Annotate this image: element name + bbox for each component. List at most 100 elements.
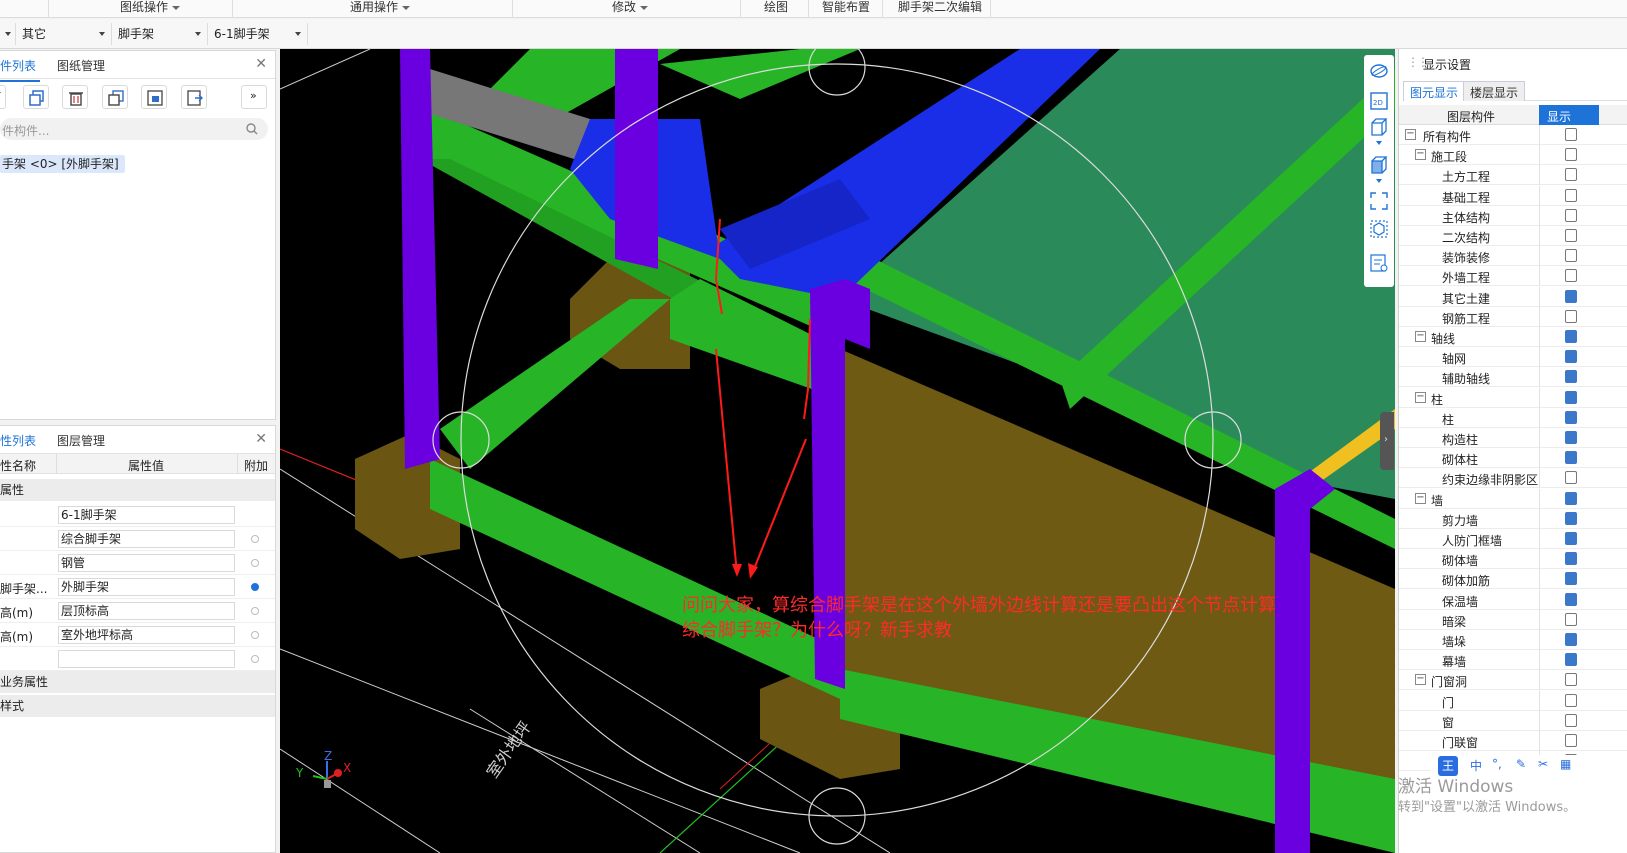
expander-icon[interactable]: − — [1415, 674, 1426, 686]
solid-view-icon[interactable] — [1369, 155, 1389, 175]
right-collapse-handle[interactable]: › — [1380, 412, 1394, 470]
layer-tree-row[interactable]: 装饰装修 — [1399, 246, 1627, 267]
layer-tree-row[interactable]: 砌体墙 — [1399, 549, 1627, 570]
chevron-down-icon[interactable] — [1376, 179, 1382, 183]
layer-tree-row[interactable]: 窗 — [1399, 710, 1627, 731]
attach-radio[interactable] — [251, 607, 259, 615]
visibility-checkbox[interactable] — [1565, 451, 1577, 465]
visibility-checkbox[interactable] — [1565, 572, 1577, 586]
visibility-checkbox[interactable] — [1565, 128, 1577, 141]
layer-tree-row[interactable]: 基础工程 — [1399, 185, 1627, 206]
more-button[interactable]: » — [241, 85, 267, 109]
expander-icon[interactable]: − — [1415, 331, 1426, 342]
ribbon-group-modify[interactable]: 修改 — [560, 0, 700, 18]
layer-copy-button[interactable] — [141, 85, 167, 109]
visibility-checkbox[interactable] — [1565, 693, 1577, 707]
visibility-checkbox[interactable] — [1565, 431, 1577, 444]
orbit-icon[interactable] — [1369, 61, 1389, 81]
display-settings-icon[interactable] — [1369, 253, 1389, 273]
layer-tree-row[interactable]: 辅助轴线 — [1399, 367, 1627, 388]
visibility-checkbox[interactable] — [1565, 491, 1577, 505]
visibility-checkbox[interactable] — [1565, 612, 1577, 626]
tab-drawing-manager[interactable]: 图纸管理 — [57, 57, 105, 74]
component-list-item[interactable]: 手架 <0> [外脚手架] — [0, 155, 125, 173]
delete-button[interactable] — [62, 85, 88, 109]
layer-tree-row[interactable]: 剪力墙 — [1399, 508, 1627, 529]
visibility-checkbox[interactable] — [1565, 249, 1577, 263]
visibility-checkbox[interactable] — [1565, 734, 1577, 747]
tab-element-display[interactable]: 图元显示 — [1403, 81, 1466, 101]
visibility-checkbox[interactable] — [1565, 633, 1577, 646]
export-button[interactable] — [181, 85, 207, 109]
ribbon-group-scaffold-edit[interactable]: 脚手架二次编辑 — [890, 0, 990, 18]
layer-tree-row[interactable]: − 墙 — [1399, 488, 1627, 509]
visibility-checkbox[interactable] — [1565, 350, 1577, 364]
attach-radio[interactable] — [251, 631, 259, 639]
visibility-checkbox[interactable] — [1565, 653, 1577, 667]
property-value-field[interactable] — [58, 650, 235, 668]
layer-tree-row[interactable]: − 所有构件 — [1399, 125, 1627, 145]
scissors-icon[interactable]: ✂ — [1538, 757, 1548, 771]
category-select[interactable]: 其它 — [18, 23, 112, 45]
visibility-checkbox[interactable] — [1565, 390, 1577, 404]
visibility-checkbox[interactable] — [1565, 370, 1577, 384]
layer-tree-row[interactable]: 墙垛 — [1399, 630, 1627, 650]
layer-tree-row[interactable]: 外墙工程 — [1399, 266, 1627, 287]
tab-floor-display[interactable]: 楼层显示 — [1463, 81, 1526, 101]
layer-tree-row[interactable]: 门 — [1399, 690, 1627, 711]
visibility-checkbox[interactable] — [1565, 552, 1577, 566]
visibility-checkbox[interactable] — [1565, 532, 1577, 545]
layer-tree-row[interactable]: 砌体柱 — [1399, 448, 1627, 469]
element-type-select[interactable]: 脚手架 — [114, 23, 208, 45]
expander-icon[interactable]: − — [1415, 391, 1426, 403]
visibility-checkbox[interactable] — [1565, 269, 1577, 283]
visibility-checkbox[interactable] — [1565, 410, 1577, 424]
close-icon[interactable]: ✕ — [255, 56, 267, 72]
visibility-checkbox[interactable] — [1565, 471, 1577, 485]
property-value-field[interactable]: 钢管 — [58, 554, 235, 572]
keyboard-icon[interactable]: ▦ — [1560, 757, 1571, 771]
chevron-down-icon[interactable] — [1376, 141, 1382, 145]
layer-tree-row[interactable]: 主体结构 — [1399, 205, 1627, 226]
close-icon[interactable]: ✕ — [255, 431, 267, 447]
visibility-checkbox[interactable] — [1565, 289, 1577, 303]
tab-property-list[interactable]: 性列表 — [0, 432, 41, 457]
visibility-checkbox[interactable] — [1565, 208, 1577, 222]
property-value-field[interactable]: 层顶标高 — [58, 602, 235, 620]
visibility-checkbox[interactable] — [1565, 188, 1577, 202]
property-value-field[interactable]: 外脚手架 — [58, 578, 235, 596]
property-value-field[interactable]: 综合脚手架 — [58, 530, 235, 548]
layer-tree-row[interactable]: − 轴线 — [1399, 327, 1627, 347]
2d-icon[interactable]: 2D — [1369, 91, 1389, 111]
attach-radio[interactable] — [251, 583, 259, 591]
ribbon-group-general-ops[interactable]: 通用操作 — [290, 0, 470, 18]
fit-view-icon[interactable] — [1369, 191, 1389, 211]
3d-viewport[interactable]: 室外地坪 Z Y X 问问大家，算综合脚手架是在这个外墙外边线计算还是要凸出这个… — [280, 49, 1395, 853]
ime-punctuation[interactable]: °, — [1492, 757, 1502, 771]
layer-tree-row[interactable]: 构造柱 — [1399, 428, 1627, 448]
visibility-checkbox[interactable] — [1565, 168, 1577, 182]
visibility-checkbox[interactable] — [1565, 511, 1577, 525]
layer-tree-row[interactable]: − 门窗洞 — [1399, 670, 1627, 691]
pen-icon[interactable]: ✎ — [1516, 757, 1526, 771]
layer-tree-row[interactable]: 钢筋工程 — [1399, 306, 1627, 327]
attach-radio[interactable] — [251, 655, 259, 663]
visibility-checkbox[interactable] — [1565, 148, 1577, 162]
section-display-style[interactable]: 样式 — [0, 695, 275, 717]
isometric-icon[interactable] — [1369, 219, 1389, 239]
attach-radio[interactable] — [251, 535, 259, 543]
layer-tree-row[interactable]: − 施工段 — [1399, 145, 1627, 166]
property-value-field[interactable]: 室外地坪标高 — [58, 626, 235, 644]
layer-tree-row[interactable]: 幕墙 — [1399, 650, 1627, 671]
expander-icon[interactable]: − — [1405, 129, 1416, 140]
visibility-checkbox[interactable] — [1565, 673, 1577, 687]
ribbon-group-smart-layout[interactable]: 智能布置 — [816, 0, 876, 18]
cube-view-icon[interactable] — [1369, 117, 1389, 137]
layer-tree-row[interactable]: 约束边缘非阴影区 — [1399, 468, 1627, 489]
layer-tree-row[interactable]: 其它土建 — [1399, 286, 1627, 307]
layer-tree-row[interactable]: 柱 — [1399, 407, 1627, 428]
layer-tree-row[interactable]: 人防门框墙 — [1399, 529, 1627, 549]
layer-tree-row[interactable]: 二次结构 — [1399, 226, 1627, 246]
expander-icon[interactable]: − — [1415, 149, 1426, 161]
dropdown-button[interactable] — [0, 85, 6, 109]
